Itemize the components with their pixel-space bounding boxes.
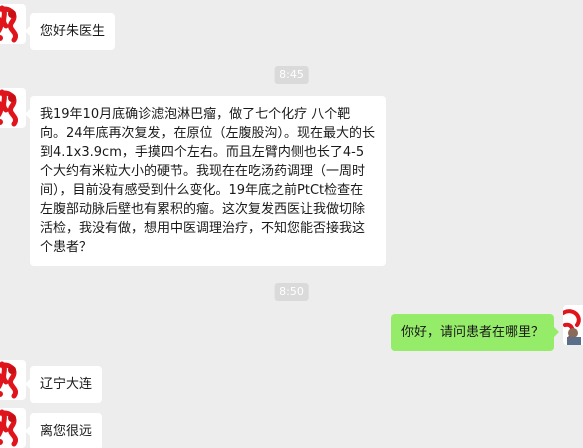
message-bubble-incoming[interactable]: 您好朱医生 (24, 13, 116, 50)
red-swirl-avatar-icon (0, 408, 26, 448)
message-text: 我19年10月底确诊滤泡淋巴瘤，做了七个化疗 八个靶向。24年底再次复发，在原位… (40, 107, 376, 255)
red-swirl-avatar-icon (0, 4, 26, 44)
message-bubble-incoming[interactable]: 辽宁大连 (24, 366, 103, 403)
message-timestamp: 8:50 (274, 283, 309, 301)
contact-avatar[interactable] (0, 88, 26, 128)
contact-avatar[interactable] (0, 408, 26, 448)
message-text: 辽宁大连 (40, 377, 93, 392)
user-photo-avatar-icon (563, 305, 583, 345)
self-avatar[interactable] (563, 305, 583, 345)
contact-avatar[interactable] (0, 4, 26, 44)
message-text: 你好，请问患者在哪里？ (400, 325, 544, 340)
message-timestamp: 8:45 (274, 66, 309, 84)
message-bubble-incoming[interactable]: 离您很远 (24, 413, 103, 448)
message-text: 您好朱医生 (40, 24, 106, 39)
red-swirl-avatar-icon (0, 88, 26, 128)
message-bubble-outgoing[interactable]: 你好，请问患者在哪里？ (390, 314, 560, 351)
contact-avatar[interactable] (0, 360, 26, 400)
red-swirl-avatar-icon (0, 360, 26, 400)
chat-window: 您好朱医生 8:45 我19年10月底确诊滤泡淋巴瘤，做了七个化疗 八个靶向。2… (0, 0, 583, 448)
message-bubble-incoming[interactable]: 我19年10月底确诊滤泡淋巴瘤，做了七个化疗 八个靶向。24年底再次复发，在原位… (25, 96, 386, 266)
message-text: 离您很远 (40, 424, 93, 439)
